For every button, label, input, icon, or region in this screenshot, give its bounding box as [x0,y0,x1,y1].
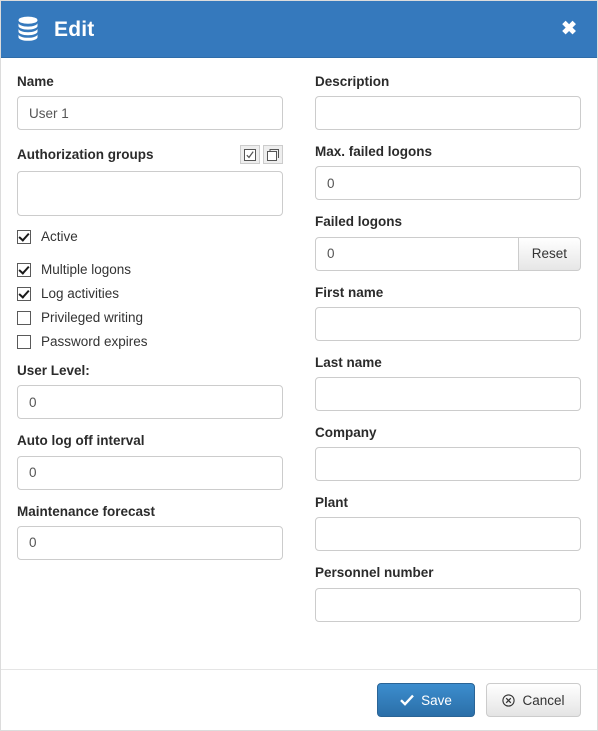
failed-logons-label: Failed logons [315,214,403,230]
auto-log-off-interval-label: Auto log off interval [17,433,145,449]
first-name-label: First name [315,284,384,300]
log-activities-label: Log activities [41,286,120,302]
plant-label: Plant [315,495,349,511]
check-square-icon[interactable] [240,145,260,165]
field-last-name: Last name [315,355,581,411]
password-expires-label: Password expires [41,334,148,350]
field-max-failed-logons: Max. failed logons [315,144,581,201]
right-column: Description Max. failed logons Failed lo… [299,74,581,670]
max-failed-logons-label: Max. failed logons [315,144,433,160]
close-icon[interactable]: ✖ [555,16,583,43]
left-column: Name Authorization groups [17,74,299,670]
checkbox-row-multiple-logons[interactable]: Multiple logons [17,262,283,278]
edit-user-dialog: Edit ✖ Name Authorization groups [0,0,598,731]
save-button[interactable]: Save [377,683,475,717]
maintenance-forecast-input[interactable] [17,525,283,560]
user-level-input[interactable] [17,385,283,420]
field-plant: Plant [315,495,581,552]
description-input[interactable] [315,96,581,131]
field-name: Name [17,74,283,131]
last-name-input[interactable] [315,376,581,411]
failed-logons-input-group: Reset [315,236,581,271]
privileged-writing-checkbox[interactable] [17,311,31,326]
maintenance-forecast-label: Maintenance forecast [17,503,156,519]
plant-input[interactable] [315,517,581,552]
authorization-groups-toolbar [240,145,283,165]
reset-failed-logons-button[interactable]: Reset [518,236,581,271]
cancel-button-label: Cancel [522,692,565,708]
description-label: Description [315,74,390,89]
field-failed-logons: Failed logons Reset [315,214,581,271]
name-input[interactable] [17,96,283,131]
user-level-label: User Level: [17,363,90,379]
auto-log-off-interval-input[interactable] [17,455,283,490]
failed-logons-input[interactable] [315,236,519,271]
dialog-header: Edit ✖ [1,1,597,58]
field-personnel-number: Personnel number [315,565,581,622]
dialog-footer: Save Cancel [1,669,597,730]
max-failed-logons-input[interactable] [315,166,581,201]
checkbox-row-password-expires[interactable]: Password expires [17,334,283,350]
privileged-writing-label: Privileged writing [41,310,144,326]
company-input[interactable] [315,447,581,482]
field-user-level: User Level: [17,363,283,420]
field-first-name: First name [315,285,581,341]
checkbox-row-log-activities[interactable]: Log activities [17,286,283,302]
square-icon[interactable] [263,145,283,165]
save-button-label: Save [421,692,452,708]
checkbox-row-active[interactable]: Active [17,229,283,245]
cancel-button[interactable]: Cancel [486,683,581,717]
dialog-body: Name Authorization groups [1,58,597,670]
field-maintenance-forecast: Maintenance forecast [17,504,283,560]
options-checkbox-group: Active Multiple logons Log activities Pr… [17,229,283,350]
active-label: Active [41,229,78,245]
company-label: Company [315,424,377,440]
check-icon [400,694,414,706]
first-name-input[interactable] [315,306,581,341]
active-checkbox[interactable] [17,230,31,245]
log-activities-checkbox[interactable] [17,287,31,302]
authorization-groups-label-row: Authorization groups [17,144,283,165]
multiple-logons-checkbox[interactable] [17,263,31,278]
dialog-title: Edit [54,17,95,41]
personnel-number-label: Personnel number [315,565,434,581]
field-company: Company [315,424,581,482]
field-auto-log-off-interval: Auto log off interval [17,433,283,490]
field-authorization-groups: Authorization groups [17,144,283,217]
name-label: Name [17,74,54,89]
authorization-groups-listbox[interactable] [17,171,283,217]
field-description: Description [315,74,581,131]
last-name-label: Last name [315,354,382,370]
personnel-number-input[interactable] [315,587,581,622]
password-expires-checkbox[interactable] [17,335,31,350]
cancel-circle-icon [502,693,516,707]
authorization-groups-label: Authorization groups [17,146,154,162]
multiple-logons-label: Multiple logons [41,262,132,278]
checkbox-row-privileged-writing[interactable]: Privileged writing [17,310,283,326]
database-icon [16,16,40,42]
